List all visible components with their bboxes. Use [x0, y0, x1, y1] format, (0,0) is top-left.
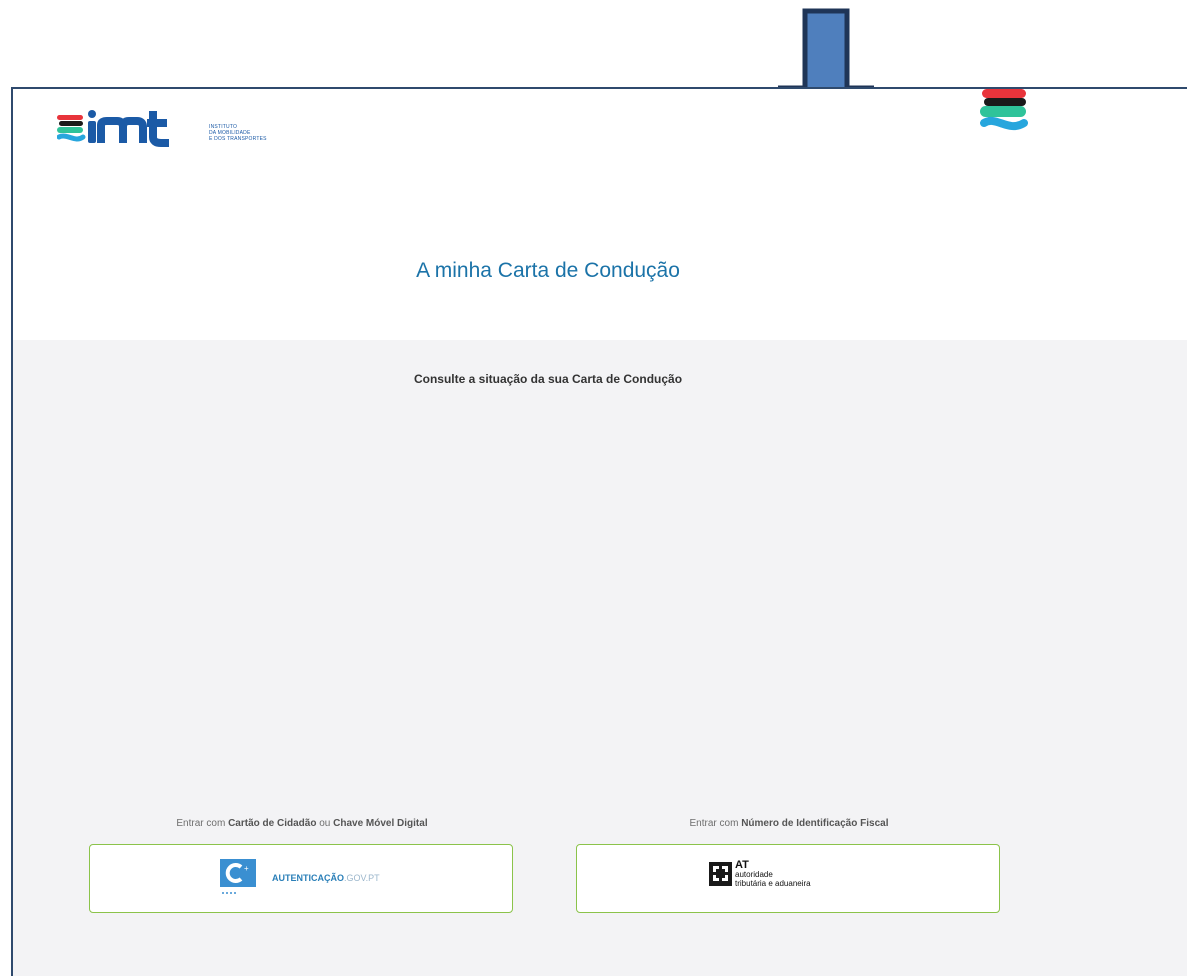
login-at-button[interactable]: AT autoridade tributária e aduaneira [576, 844, 1000, 913]
svg-text:+: + [244, 864, 249, 873]
browser-viewport: INSTITUTO DA MOBILIDADE E DOS TRANSPORTE… [11, 87, 1187, 976]
autenticacao-gov-label: AUTENTICAÇÃO.GOV.PT [272, 873, 380, 883]
at-label: AT autoridade tributária e aduaneira [735, 859, 811, 889]
autenticacao-gov-icon: + [220, 859, 256, 894]
imt-symbol-icon [980, 89, 1028, 131]
page-title: A minha Carta de Condução [416, 259, 680, 282]
logo-subtitle: INSTITUTO DA MOBILIDADE E DOS TRANSPORTE… [209, 124, 267, 142]
at-emblem-icon [709, 862, 732, 886]
login-caption-citizen-card: Entrar com Cartão de Cidadão ou Chave Mó… [176, 818, 428, 829]
login-caption-nif: Entrar com Número de Identificação Fisca… [689, 818, 889, 829]
page-subtitle: Consulte a situação da sua Carta de Cond… [413, 372, 683, 386]
login-autenticacao-gov-button[interactable]: + AUTENTICAÇÃO.GOV.PT [89, 844, 513, 913]
page-header: INSTITUTO DA MOBILIDADE E DOS TRANSPORTE… [13, 89, 1187, 340]
